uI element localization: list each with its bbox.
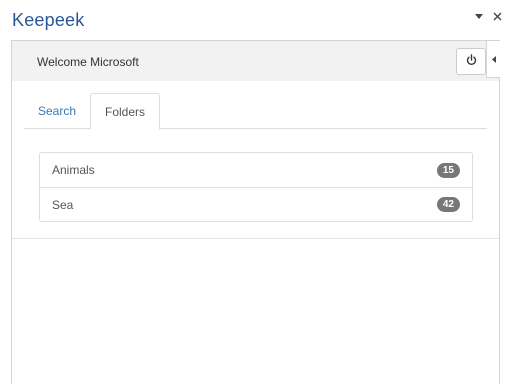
pane-controls bbox=[474, 10, 502, 22]
folder-list: Animals 15 Sea 42 bbox=[39, 152, 473, 222]
tab-bar: Search Folders bbox=[24, 93, 487, 130]
logout-button[interactable] bbox=[456, 48, 486, 75]
list-item[interactable]: Sea 42 bbox=[40, 187, 472, 221]
chevron-down-icon[interactable] bbox=[474, 10, 484, 22]
folder-name: Sea bbox=[52, 197, 74, 212]
welcome-text: Welcome Microsoft bbox=[37, 55, 139, 69]
caret-left-icon bbox=[491, 50, 496, 68]
tab-search[interactable]: Search bbox=[24, 93, 90, 129]
pane-title: Keepeek bbox=[12, 10, 85, 30]
side-toggle-button[interactable] bbox=[486, 40, 500, 78]
divider bbox=[12, 238, 499, 239]
count-badge: 15 bbox=[436, 162, 460, 178]
header-bar: Welcome Microsoft bbox=[12, 41, 499, 81]
count-badge: 42 bbox=[436, 197, 460, 212]
folder-name: Animals bbox=[52, 163, 95, 177]
close-icon[interactable] bbox=[492, 10, 502, 22]
tab-folders[interactable]: Folders bbox=[90, 93, 161, 130]
power-icon bbox=[466, 53, 477, 71]
main-panel: Welcome Microsoft Search Folders Animals… bbox=[11, 40, 500, 384]
list-item[interactable]: Animals 15 bbox=[40, 153, 472, 187]
